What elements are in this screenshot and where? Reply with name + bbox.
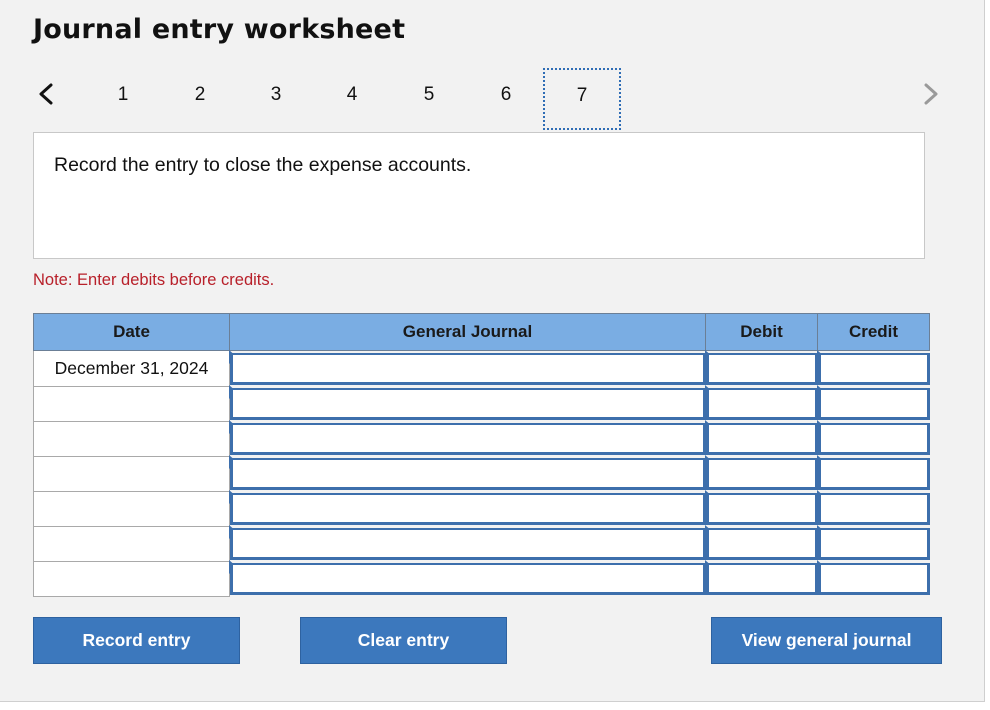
account-cell [229, 350, 706, 387]
credit-input[interactable] [817, 492, 930, 525]
next-step-button[interactable] [917, 80, 945, 108]
debit-input[interactable] [705, 562, 818, 595]
debit-cell [704, 490, 818, 526]
step-7-active[interactable]: 7 [543, 68, 621, 130]
debit-cell [704, 385, 818, 421]
credit-input[interactable] [817, 527, 930, 560]
credit-cell [816, 490, 930, 526]
table-row [33, 455, 930, 492]
journal-table: Date General Journal Debit Credit Decemb… [33, 313, 930, 597]
chevron-left-icon [39, 83, 53, 105]
step-3[interactable]: 3 [261, 84, 291, 106]
table-row [33, 490, 930, 527]
debit-input[interactable] [705, 387, 818, 420]
prev-step-button[interactable] [32, 80, 60, 108]
chevron-right-icon [924, 83, 938, 105]
credit-input[interactable] [817, 457, 930, 490]
credit-input[interactable] [817, 387, 930, 420]
account-input[interactable] [230, 457, 706, 490]
credit-cell [816, 455, 930, 491]
credit-cell [816, 350, 930, 387]
account-input[interactable] [230, 527, 706, 560]
debit-input[interactable] [705, 527, 818, 560]
general-journal-header: General Journal [229, 313, 706, 351]
date-cell [33, 525, 230, 562]
step-5[interactable]: 5 [414, 84, 444, 106]
account-cell [229, 455, 706, 491]
account-input[interactable] [230, 562, 706, 595]
date-header: Date [33, 313, 230, 351]
debit-header: Debit [705, 313, 818, 351]
debit-input[interactable] [705, 422, 818, 455]
account-cell [229, 490, 706, 526]
account-cell [229, 385, 706, 421]
account-input[interactable] [230, 387, 706, 420]
credit-header: Credit [817, 313, 930, 351]
credit-input[interactable] [817, 562, 930, 595]
debit-cell [704, 525, 818, 561]
account-cell [229, 420, 706, 456]
page-title: Journal entry worksheet [33, 14, 406, 45]
note-text: Note: Enter debits before credits. [33, 271, 275, 289]
account-input[interactable] [230, 422, 706, 455]
debit-cell [704, 420, 818, 456]
credit-input[interactable] [817, 422, 930, 455]
debit-cell [704, 350, 818, 387]
instruction-text: Record the entry to close the expense ac… [54, 154, 472, 176]
debit-cell [704, 560, 818, 596]
step-6[interactable]: 6 [491, 84, 521, 106]
account-input[interactable] [230, 352, 706, 385]
account-cell [229, 525, 706, 561]
date-cell [33, 385, 230, 422]
date-cell [33, 455, 230, 492]
step-4[interactable]: 4 [337, 84, 367, 106]
date-cell [33, 490, 230, 527]
date-cell: December 31, 2024 [33, 350, 230, 387]
debit-cell [704, 455, 818, 491]
table-row [33, 560, 930, 597]
credit-cell [816, 420, 930, 456]
debit-input[interactable] [705, 492, 818, 525]
account-input[interactable] [230, 492, 706, 525]
view-general-journal-button[interactable]: View general journal [711, 617, 942, 664]
clear-entry-button[interactable]: Clear entry [300, 617, 507, 664]
table-row [33, 385, 930, 422]
account-cell [229, 560, 706, 596]
table-row [33, 420, 930, 457]
instruction-box: Record the entry to close the expense ac… [33, 132, 925, 259]
record-entry-button[interactable]: Record entry [33, 617, 240, 664]
credit-input[interactable] [817, 352, 930, 385]
worksheet-panel: Journal entry worksheet 1 2 3 4 5 6 7 Re… [0, 0, 985, 702]
table-row: December 31, 2024 [33, 350, 930, 387]
step-1[interactable]: 1 [108, 84, 138, 106]
credit-cell [816, 385, 930, 421]
date-cell [33, 560, 230, 597]
table-row [33, 525, 930, 562]
date-cell [33, 420, 230, 457]
credit-cell [816, 560, 930, 596]
debit-input[interactable] [705, 457, 818, 490]
step-2[interactable]: 2 [185, 84, 215, 106]
table-header-row: Date General Journal Debit Credit [33, 313, 930, 351]
debit-input[interactable] [705, 352, 818, 385]
credit-cell [816, 525, 930, 561]
